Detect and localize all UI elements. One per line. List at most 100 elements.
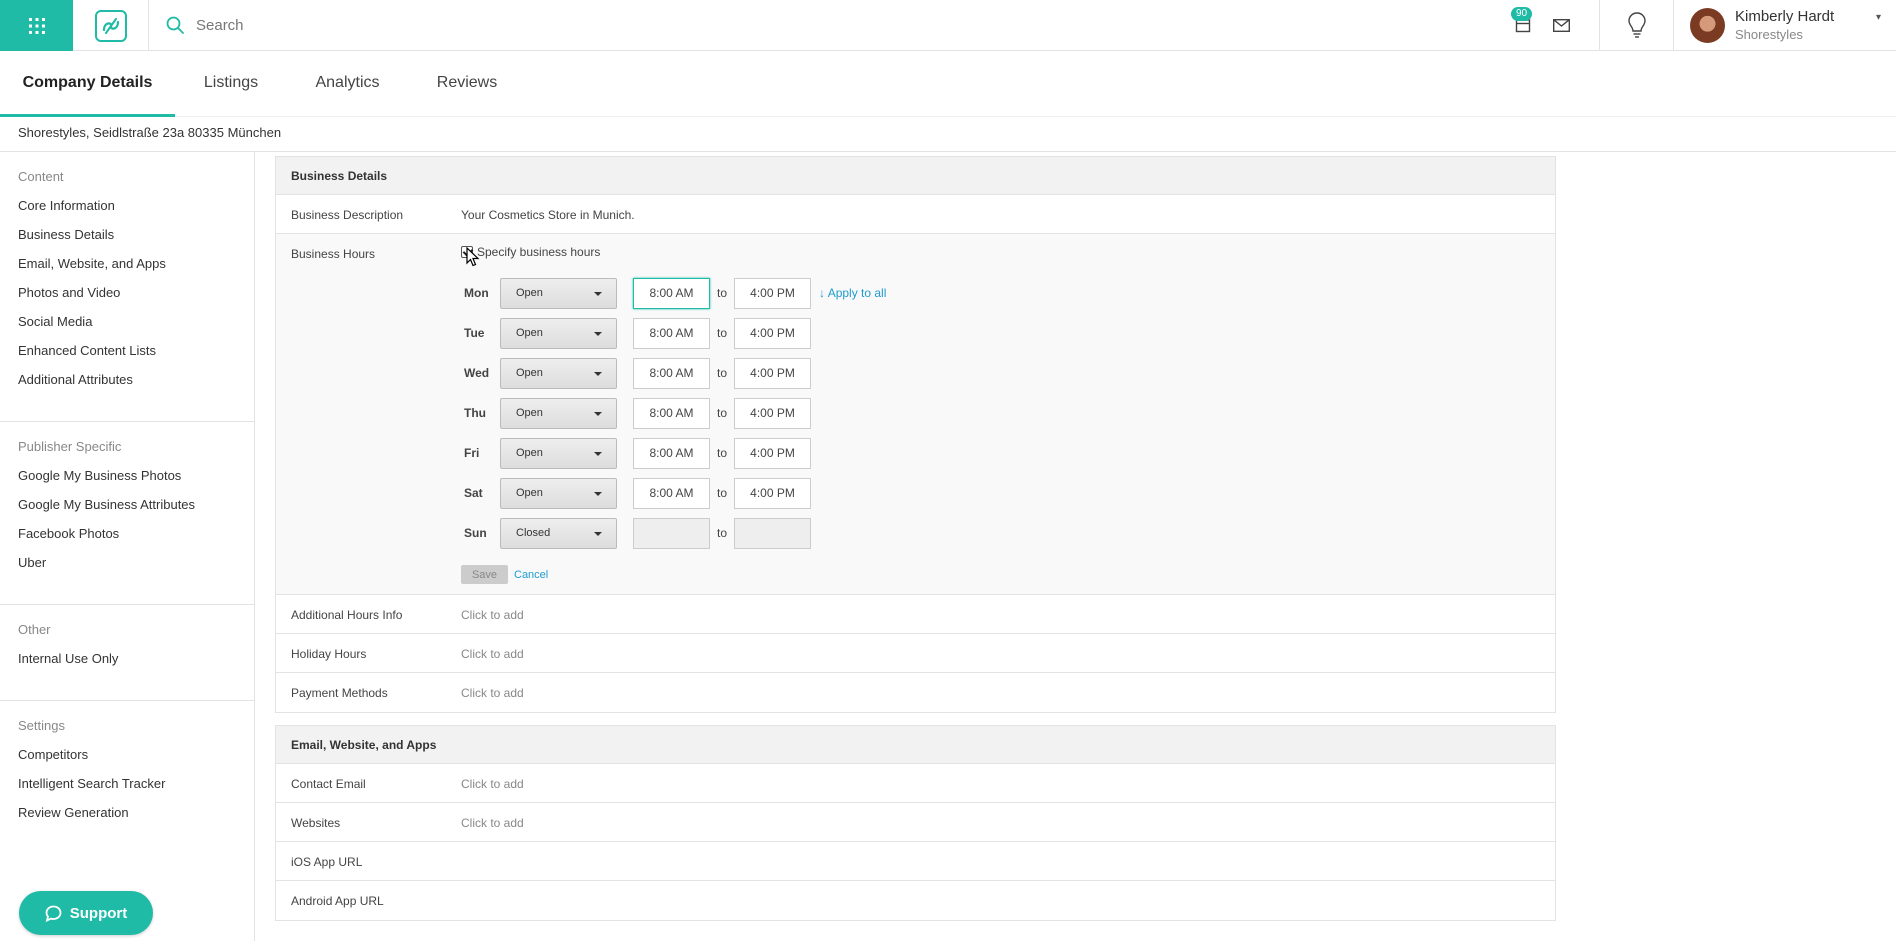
sidebar-item-uber[interactable]: Uber xyxy=(18,555,254,571)
day-status-select[interactable]: Open xyxy=(500,277,617,309)
holiday-hours-row[interactable]: Holiday Hours Click to add xyxy=(276,634,1555,673)
day-status-value: Open xyxy=(516,487,543,499)
business-description-row[interactable]: Business Description Your Cosmetics Stor… xyxy=(276,195,1555,234)
click-to-add-link[interactable]: Click to add xyxy=(461,647,524,661)
day-label: Sun xyxy=(464,526,487,540)
to-label: to xyxy=(717,326,728,340)
tab-listings[interactable]: Listings xyxy=(190,51,272,117)
click-to-add-link[interactable]: Click to add xyxy=(461,777,524,791)
field-label: Android App URL xyxy=(291,894,384,908)
day-label: Tue xyxy=(464,326,485,340)
close-time-input[interactable]: 4:00 PM xyxy=(734,477,812,509)
day-status-select[interactable]: Open xyxy=(500,437,617,469)
ideas-button[interactable] xyxy=(1624,12,1650,38)
day-label: Fri xyxy=(464,446,480,460)
close-time-input[interactable]: 4:00 PM xyxy=(734,357,812,389)
day-status-select[interactable]: Closed xyxy=(500,517,617,549)
hours-actions: Save Cancel xyxy=(461,565,548,584)
apply-to-all-link[interactable]: ↓ Apply to all xyxy=(819,286,886,300)
day-label: Thu xyxy=(464,406,486,420)
day-status-select[interactable]: Open xyxy=(500,477,617,509)
avatar xyxy=(1690,8,1725,43)
websites-row[interactable]: Websites Click to add xyxy=(276,803,1555,842)
support-label: Support xyxy=(69,904,128,922)
user-name: Kimberly Hardt xyxy=(1735,8,1835,25)
ios-app-url-row[interactable]: iOS App URL xyxy=(276,842,1555,881)
click-to-add-link[interactable]: Click to add xyxy=(461,816,524,830)
click-to-add-link[interactable]: Click to add xyxy=(461,608,524,622)
sidebar-item-additional-attributes[interactable]: Additional Attributes xyxy=(18,372,254,388)
search-input[interactable] xyxy=(196,16,696,34)
sidebar-item-photos-video[interactable]: Photos and Video xyxy=(18,285,254,301)
open-time-input[interactable]: 8:00 AM xyxy=(633,317,710,349)
save-button[interactable]: Save xyxy=(461,565,508,584)
additional-hours-row[interactable]: Additional Hours Info Click to add xyxy=(276,595,1555,634)
close-time-input[interactable]: 4:00 PM xyxy=(734,277,812,309)
open-time-input[interactable]: 8:00 AM xyxy=(633,277,710,309)
caret-down-icon xyxy=(594,371,602,376)
sidebar-item-email-website-apps[interactable]: Email, Website, and Apps xyxy=(18,256,254,272)
support-button[interactable]: Support xyxy=(19,891,153,935)
day-status-select[interactable]: Open xyxy=(500,397,617,429)
close-time-input[interactable]: 4:00 PM xyxy=(734,397,812,429)
close-time-input[interactable]: 4:00 PM xyxy=(734,437,812,469)
user-company: Shorestyles xyxy=(1735,27,1803,42)
sidebar-item-gmb-photos[interactable]: Google My Business Photos xyxy=(18,468,254,484)
specify-hours-toggle[interactable]: Specify business hours xyxy=(461,245,600,259)
open-time-input[interactable]: 8:00 AM xyxy=(633,397,710,429)
messages-button[interactable] xyxy=(1548,12,1574,38)
caret-down-icon xyxy=(594,291,602,296)
sidebar-item-internal-use-only[interactable]: Internal Use Only xyxy=(18,651,254,667)
sidebar-item-competitors[interactable]: Competitors xyxy=(18,747,254,763)
open-time-input[interactable]: 8:00 AM xyxy=(633,437,710,469)
android-app-url-row[interactable]: Android App URL xyxy=(276,881,1555,920)
tab-reviews[interactable]: Reviews xyxy=(427,51,507,117)
sidebar-group-other: Other Internal Use Only xyxy=(0,605,254,701)
section-heading: Email, Website, and Apps xyxy=(276,726,1555,764)
topbar-divider xyxy=(1673,0,1674,51)
day-status-value: Open xyxy=(516,367,543,379)
search-icon xyxy=(166,16,184,34)
click-to-add-link[interactable]: Click to add xyxy=(461,686,524,700)
sidebar-item-gmb-attributes[interactable]: Google My Business Attributes xyxy=(18,497,254,513)
field-label: Additional Hours Info xyxy=(291,608,403,622)
brand-logo[interactable] xyxy=(73,0,149,51)
field-label: Websites xyxy=(291,816,341,830)
logo-icon xyxy=(94,9,127,42)
chat-bubble-icon xyxy=(45,905,62,922)
sidebar-heading: Content xyxy=(18,169,64,184)
day-status-select[interactable]: Open xyxy=(500,317,617,349)
top-bar: 90 Kimberly Hardt Shorestyles ▾ xyxy=(0,0,1896,51)
payment-methods-row[interactable]: Payment Methods Click to add xyxy=(276,673,1555,712)
sidebar-item-enhanced-content-lists[interactable]: Enhanced Content Lists xyxy=(18,343,254,359)
business-hours-row: Business Hours Specify business hours Mo… xyxy=(276,234,1555,595)
day-label: Sat xyxy=(464,486,483,500)
app-launcher-button[interactable] xyxy=(0,0,73,51)
sidebar-item-core-information[interactable]: Core Information xyxy=(18,198,254,214)
hours-row-wed: Wed Open 8:00 AM to 4:00 PM xyxy=(464,357,812,389)
day-status-select[interactable]: Open xyxy=(500,357,617,389)
caret-down-icon xyxy=(594,491,602,496)
sidebar-item-social-media[interactable]: Social Media xyxy=(18,314,254,330)
open-time-input[interactable]: 8:00 AM xyxy=(633,477,710,509)
sidebar-item-intelligent-search-tracker[interactable]: Intelligent Search Tracker xyxy=(18,776,254,792)
sidebar-group-publisher: Publisher Specific Google My Business Ph… xyxy=(0,422,254,605)
tab-analytics[interactable]: Analytics xyxy=(305,51,390,117)
tab-company-details[interactable]: Company Details xyxy=(0,51,175,117)
sidebar-item-facebook-photos[interactable]: Facebook Photos xyxy=(18,526,254,542)
sidebar-group-settings: Settings Competitors Intelligent Search … xyxy=(0,701,254,854)
hours-row-sun: Sun Closed to xyxy=(464,517,812,549)
user-menu[interactable]: Kimberly Hardt Shorestyles ▾ xyxy=(1690,6,1890,46)
close-time-input[interactable]: 4:00 PM xyxy=(734,317,812,349)
sidebar-item-business-details[interactable]: Business Details xyxy=(18,227,254,243)
to-label: to xyxy=(717,446,728,460)
location-bar: Shorestyles, Seidlstraße 23a 80335 Münch… xyxy=(0,117,1896,152)
open-time-input xyxy=(633,517,710,549)
sidebar-item-review-generation[interactable]: Review Generation xyxy=(18,805,254,821)
day-status-value: Open xyxy=(516,287,543,299)
cancel-link[interactable]: Cancel xyxy=(514,569,548,581)
open-time-input[interactable]: 8:00 AM xyxy=(633,357,710,389)
hours-row-sat: Sat Open 8:00 AM to 4:00 PM xyxy=(464,477,812,509)
business-description-value[interactable]: Your Cosmetics Store in Munich. xyxy=(461,208,635,222)
contact-email-row[interactable]: Contact Email Click to add xyxy=(276,764,1555,803)
